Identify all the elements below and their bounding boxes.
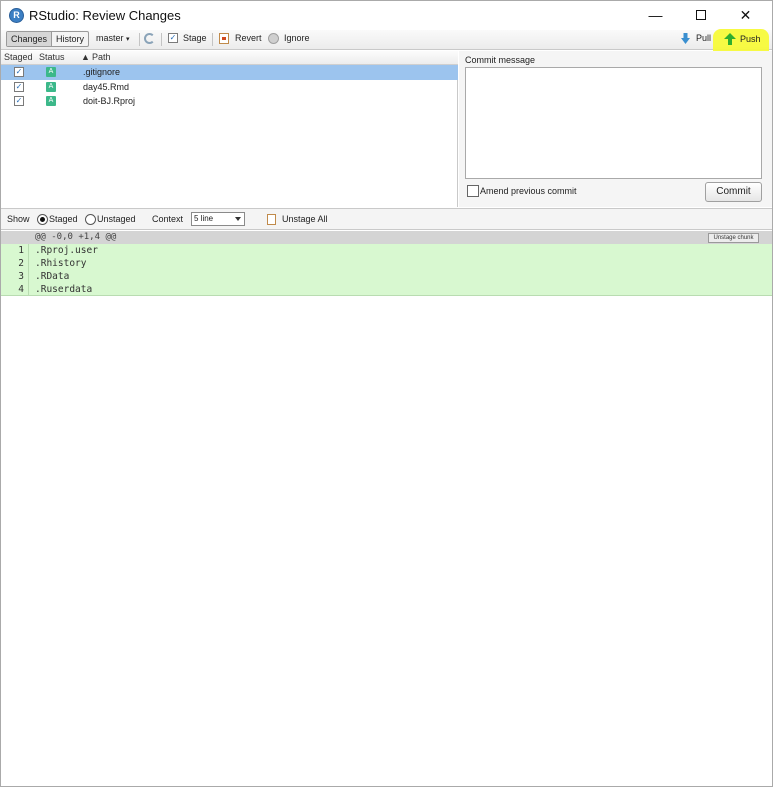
unstage-icon <box>267 214 276 225</box>
toolbar-divider <box>212 33 213 46</box>
branch-label: master <box>96 33 124 43</box>
line-text: .Rproj.user <box>35 245 98 256</box>
amend-checkbox[interactable] <box>467 185 479 197</box>
commit-message-label: Commit message <box>465 55 536 65</box>
refresh-icon[interactable] <box>144 33 155 44</box>
chunk-header-text: @@ -0,0 +1,4 @@ <box>35 232 117 242</box>
context-label: Context <box>152 214 184 224</box>
changed-files-list: Staged Status ▲ Path ✓ A .gitignore ✓ A … <box>1 51 458 207</box>
chunk-header: @@ -0,0 +1,4 @@ Unstage chunk <box>1 231 772 244</box>
close-button[interactable]: ✕ <box>723 1 768 31</box>
title-bar: R RStudio: Review Changes — ✕ <box>1 1 772 31</box>
stage-checkbox-icon: ✓ <box>168 33 178 43</box>
tab-history[interactable]: History <box>52 32 88 46</box>
status-badge: A <box>46 82 56 92</box>
status-badge: A <box>46 96 56 106</box>
show-label: Show <box>7 214 30 224</box>
column-header-staged[interactable]: Staged <box>4 51 33 64</box>
rstudio-logo-icon: R <box>9 8 24 23</box>
pull-arrow-icon <box>681 33 690 44</box>
diff-added-lines: 1 .Rproj.user 2 .Rhistory 3 .RData 4 .Ru… <box>1 244 772 296</box>
column-header-status[interactable]: Status <box>39 51 65 64</box>
staged-radio-label: Staged <box>49 214 78 224</box>
view-tabs: Changes History <box>6 31 90 47</box>
unstage-chunk-button[interactable]: Unstage chunk <box>708 233 759 243</box>
staged-radio[interactable] <box>37 214 48 225</box>
review-changes-window: R RStudio: Review Changes — ✕ Changes Hi… <box>0 0 773 787</box>
sort-up-icon: ▲ <box>81 52 90 62</box>
diff-toolbar: Show Staged Unstaged Context 5 line Unst… <box>1 208 772 230</box>
table-row[interactable]: ✓ A .gitignore <box>1 65 458 80</box>
minimize-button[interactable]: — <box>633 1 678 31</box>
pull-button[interactable]: Pull <box>696 31 711 47</box>
unstaged-radio-label: Unstaged <box>97 214 136 224</box>
chevron-down-icon: ▾ <box>126 36 130 43</box>
gear-icon <box>268 33 279 44</box>
diff-line[interactable]: 3 .RData <box>1 270 772 283</box>
table-row[interactable]: ✓ A doit-BJ.Rproj <box>1 94 458 109</box>
amend-label: Amend previous commit <box>480 186 577 196</box>
window-title: RStudio: Review Changes <box>29 8 181 23</box>
context-value: 5 line <box>194 214 214 223</box>
diff-line[interactable]: 4 .Ruserdata <box>1 283 772 296</box>
push-button[interactable]: Push <box>740 32 761 48</box>
commit-button[interactable]: Commit <box>705 182 762 202</box>
revert-button[interactable]: Revert <box>235 31 262 47</box>
push-arrow-icon <box>724 33 736 45</box>
stage-button[interactable]: Stage <box>183 31 207 47</box>
diff-line[interactable]: 1 .Rproj.user <box>1 244 772 257</box>
diff-line[interactable]: 2 .Rhistory <box>1 257 772 270</box>
line-number: 2 <box>1 257 29 270</box>
chevron-down-icon <box>235 217 241 221</box>
line-number: 3 <box>1 270 29 283</box>
maximize-icon <box>695 10 706 20</box>
file-path: .gitignore <box>83 67 121 77</box>
file-path: day45.Rmd <box>83 82 130 92</box>
file-list-header: Staged Status ▲ Path <box>1 51 458 65</box>
file-path: doit-BJ.Rproj <box>83 96 136 106</box>
line-text: .RData <box>35 271 70 282</box>
table-row[interactable]: ✓ A day45.Rmd <box>1 80 458 95</box>
commit-message-input[interactable] <box>465 67 762 179</box>
staged-checkbox[interactable]: ✓ <box>14 82 24 92</box>
toolbar-divider <box>161 33 162 46</box>
staged-checkbox[interactable]: ✓ <box>14 96 24 106</box>
main-toolbar: Changes History master ▾ ✓ Stage Revert … <box>1 30 772 50</box>
column-header-path[interactable]: Path <box>92 51 111 64</box>
tab-changes[interactable]: Changes <box>7 32 53 46</box>
ignore-button[interactable]: Ignore <box>284 31 310 47</box>
branch-dropdown[interactable]: master ▾ <box>96 31 130 47</box>
context-select[interactable]: 5 line <box>191 212 245 226</box>
line-text: .Ruserdata <box>35 284 93 295</box>
revert-icon <box>219 33 229 44</box>
toolbar-divider <box>139 33 140 46</box>
commit-panel: Commit message Amend previous commit Com… <box>459 51 772 207</box>
unstaged-radio[interactable] <box>85 214 96 225</box>
status-badge: A <box>46 67 56 77</box>
line-number: 1 <box>1 244 29 257</box>
staged-checkbox[interactable]: ✓ <box>14 67 24 77</box>
line-number: 4 <box>1 283 29 296</box>
unstage-all-button[interactable]: Unstage All <box>282 214 328 224</box>
line-text: .Rhistory <box>35 258 87 269</box>
maximize-button[interactable] <box>678 1 723 31</box>
